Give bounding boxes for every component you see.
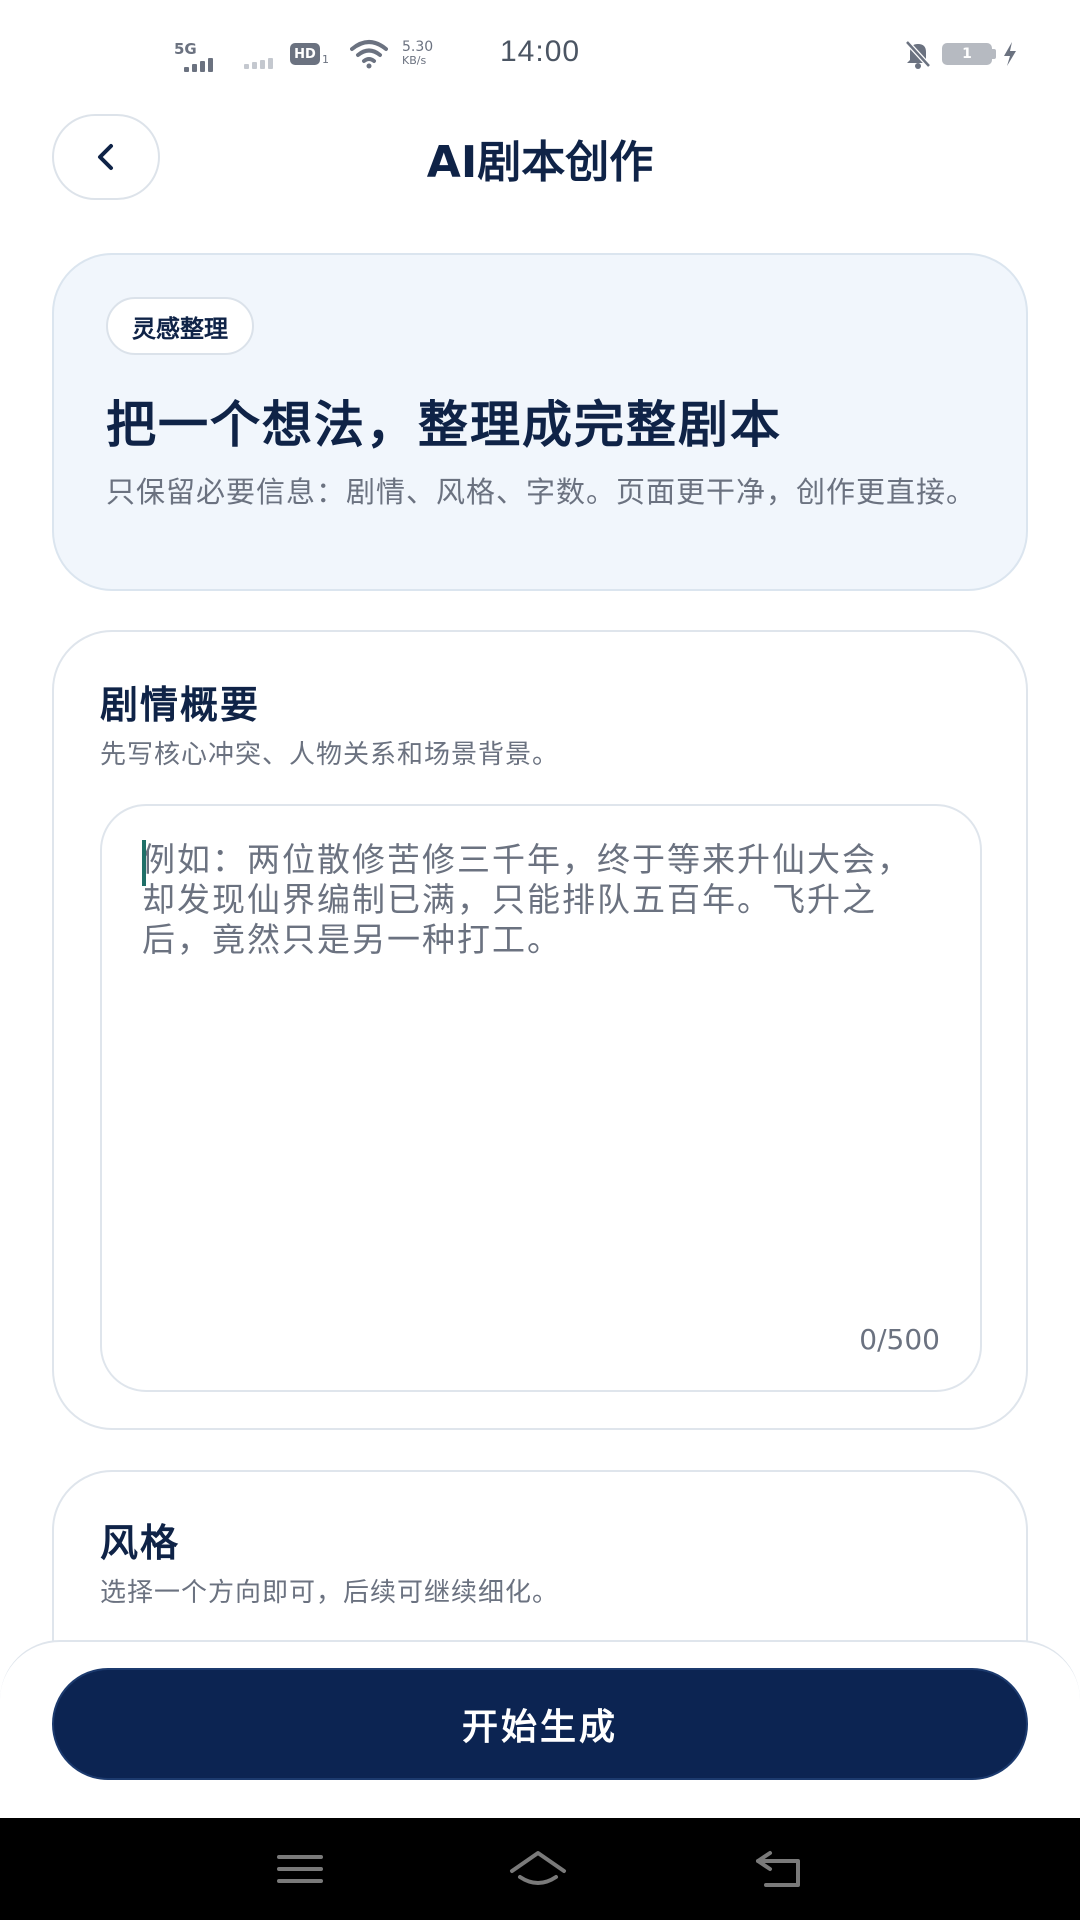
system-navigation-bar [0, 1818, 1080, 1920]
wifi-icon [350, 36, 388, 72]
character-counter: 0/500 [859, 1323, 940, 1356]
battery-level: 1 [942, 43, 992, 65]
back-icon[interactable] [750, 1846, 810, 1892]
intro-description: 只保留必要信息：剧情、风格、字数。页面更干净，创作更直接。 [106, 475, 977, 509]
inspiration-tag: 灵感整理 [106, 297, 254, 355]
home-icon[interactable] [508, 1846, 568, 1892]
charging-icon [1002, 36, 1018, 72]
speed-unit: KB/s [402, 54, 427, 67]
battery-icon: 1 [942, 36, 996, 72]
signal-5g-icon: 5G [174, 36, 222, 72]
bell-muted-icon [904, 36, 932, 72]
plot-summary-input[interactable]: 例如：两位散修苦修三千年，终于等来升仙大会，却发现仙界编制已满，只能排队五百年。… [100, 804, 982, 1392]
generate-button[interactable]: 开始生成 [52, 1668, 1028, 1780]
hd-sub: 1 [322, 52, 329, 66]
status-time: 14:00 [500, 35, 581, 68]
signal-sim2-icon [244, 36, 284, 72]
network-label: 5G [174, 40, 197, 58]
hd-label: HD [290, 43, 320, 65]
style-subtitle: 选择一个方向即可，后续可继续细化。 [100, 1578, 560, 1608]
text-cursor [142, 840, 146, 886]
network-speed: 5.30 KB/s [402, 36, 433, 72]
plot-placeholder: 例如：两位散修苦修三千年，终于等来升仙大会，却发现仙界编制已满，只能排队五百年。… [142, 840, 912, 959]
intro-card: 灵感整理 把一个想法，整理成完整剧本 只保留必要信息：剧情、风格、字数。页面更干… [52, 253, 1028, 591]
speed-value: 5.30 [402, 39, 434, 55]
menu-icon[interactable] [270, 1846, 330, 1892]
plot-summary-card: 剧情概要 先写核心冲突、人物关系和场景背景。 例如：两位散修苦修三千年，终于等来… [52, 630, 1028, 1430]
hd-icon: HD 1 [290, 36, 329, 72]
intro-title: 把一个想法，整理成完整剧本 [106, 396, 782, 454]
page-title: AI剧本创作 [426, 137, 654, 188]
plot-subtitle: 先写核心冲突、人物关系和场景背景。 [100, 740, 560, 770]
status-bar: 5G HD 1 5.30 KB/s 14:00 1 [0, 0, 1080, 100]
style-title: 风格 [100, 1521, 181, 1565]
bottom-action-bar: 开始生成 [0, 1640, 1080, 1820]
plot-title: 剧情概要 [100, 683, 261, 727]
